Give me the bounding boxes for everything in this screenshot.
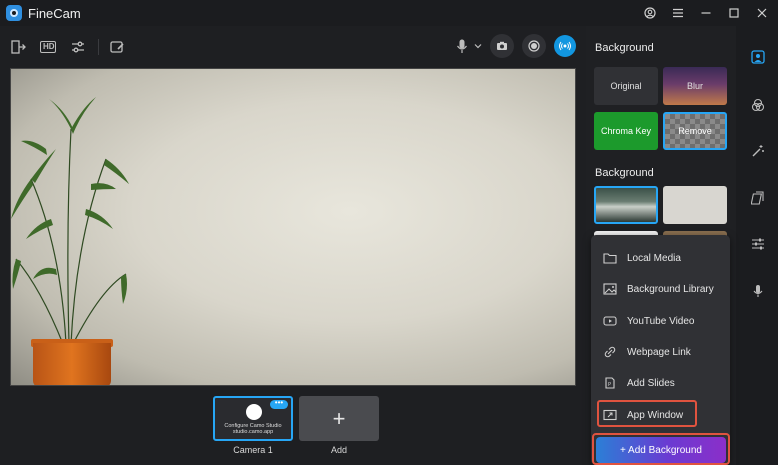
sliders-icon[interactable] xyxy=(751,237,765,251)
menu-item-label: Background Library xyxy=(627,283,714,295)
hd-icon[interactable]: HD xyxy=(40,41,56,53)
maximize-icon[interactable] xyxy=(728,7,740,19)
app-window-highlight xyxy=(597,400,697,427)
background-gallery-title: Background xyxy=(595,167,654,179)
add-background-menu: Local Media Background Library YouTube V… xyxy=(591,235,730,465)
adjust-icon[interactable] xyxy=(70,39,86,55)
camo-logo-icon xyxy=(246,404,262,420)
youtube-icon xyxy=(603,316,617,326)
side-rail xyxy=(736,26,778,465)
layers-icon[interactable] xyxy=(751,191,765,205)
draw-icon[interactable] xyxy=(109,39,125,55)
add-source-label: Add xyxy=(330,445,347,455)
preview-toolbar: HD xyxy=(0,26,586,68)
live-icon xyxy=(559,41,571,51)
source-more-button[interactable]: ••• xyxy=(270,399,288,409)
plant-image xyxy=(11,97,129,345)
bg-option-remove[interactable]: Remove xyxy=(663,112,727,150)
toolbar-divider xyxy=(98,39,99,55)
exit-icon[interactable] xyxy=(10,39,26,55)
folder-icon xyxy=(603,253,617,264)
toolbar-right-group xyxy=(454,34,576,58)
record-button[interactable] xyxy=(522,34,546,58)
plant-pot xyxy=(33,343,111,385)
bg-option-blur[interactable]: Blur xyxy=(663,67,727,105)
camera-source-card[interactable]: Configure Camo Studio studio.camo.app ••… xyxy=(213,396,293,441)
menu-item-label: Add Slides xyxy=(627,377,675,389)
bg-gallery-item[interactable] xyxy=(663,186,727,224)
menu-item-youtube-video[interactable]: YouTube Video xyxy=(591,306,730,336)
menu-item-label: Webpage Link xyxy=(627,346,691,358)
source-thumb-text: Configure Camo Studio studio.camo.app xyxy=(224,423,282,435)
magic-wand-icon[interactable] xyxy=(751,144,765,158)
menu-icon[interactable] xyxy=(672,7,684,19)
microphone-icon[interactable] xyxy=(751,284,765,298)
image-icon xyxy=(603,283,617,295)
close-icon[interactable] xyxy=(756,7,768,19)
bg-option-original[interactable]: Original xyxy=(594,67,658,105)
menu-item-background-library[interactable]: Background Library xyxy=(591,274,730,304)
background-title: Background xyxy=(595,42,654,54)
add-background-highlight xyxy=(592,433,730,465)
blend-icon[interactable] xyxy=(751,98,765,112)
microphone-icon[interactable] xyxy=(454,38,470,54)
live-button[interactable] xyxy=(554,35,576,57)
camera-label: Camera 1 xyxy=(233,445,273,455)
snapshot-button[interactable] xyxy=(490,34,514,58)
menu-item-label: Local Media xyxy=(627,252,681,264)
link-icon xyxy=(604,346,616,358)
menu-item-label: YouTube Video xyxy=(627,315,695,327)
person-icon[interactable] xyxy=(751,50,765,64)
minimize-icon[interactable] xyxy=(700,7,712,19)
account-icon[interactable] xyxy=(644,7,656,19)
record-icon xyxy=(528,40,540,52)
camera-icon xyxy=(497,41,507,50)
title-bar: FineCam xyxy=(0,0,778,26)
camera-preview xyxy=(10,68,576,386)
app-title: FineCam xyxy=(28,5,81,21)
finecam-logo-icon xyxy=(6,5,22,21)
window-controls xyxy=(644,0,768,26)
menu-item-webpage-link[interactable]: Webpage Link xyxy=(591,337,730,367)
slides-icon: P xyxy=(605,377,615,389)
bg-gallery-item[interactable] xyxy=(594,186,658,224)
chevron-down-icon[interactable] xyxy=(474,42,482,50)
menu-item-add-slides[interactable]: P Add Slides xyxy=(591,368,730,398)
menu-item-local-media[interactable]: Local Media xyxy=(591,243,730,273)
bg-option-chroma-key[interactable]: Chroma Key xyxy=(594,112,658,150)
svg-text:P: P xyxy=(608,382,611,388)
add-source-button[interactable]: + xyxy=(299,396,379,441)
